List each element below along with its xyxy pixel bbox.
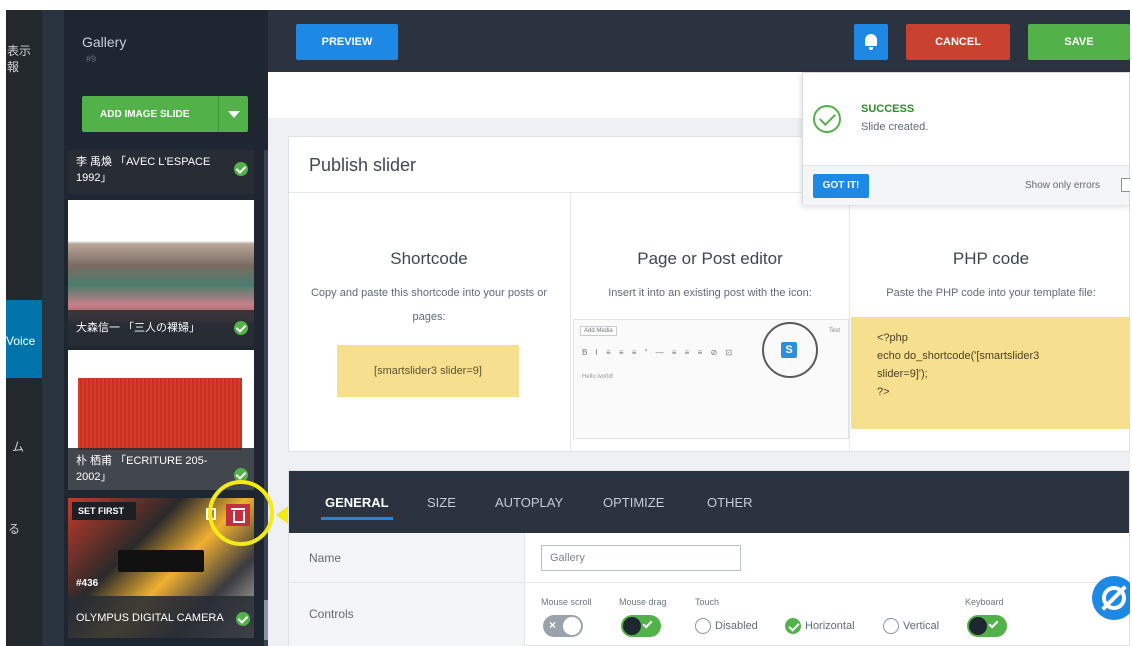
gallery-title: Gallery: [82, 34, 127, 50]
check-icon: [988, 618, 999, 629]
shortcode-title: Shortcode: [390, 249, 468, 268]
slide-item[interactable]: 李 禹煥 「AVEC L'ESPACE 1992」: [68, 150, 254, 194]
php-column: PHP code Paste the PHP code into your te…: [851, 193, 1130, 453]
php-title: PHP code: [952, 249, 1030, 268]
highlight-circle: [208, 480, 274, 546]
check-icon: [642, 618, 653, 629]
success-check-icon: [813, 105, 841, 133]
touch-option-label: Vertical: [903, 620, 940, 632]
mouse-scroll-label: Mouse scroll: [541, 597, 592, 607]
show-errors-checkbox[interactable]: [1121, 178, 1130, 192]
controls-label: Controls: [309, 607, 354, 621]
bell-icon: [865, 34, 877, 50]
smartslider-icon: S: [781, 342, 797, 358]
slide-thumbnail: [78, 378, 242, 450]
name-input[interactable]: Gallery: [541, 545, 741, 571]
editor-title: Page or Post editor: [637, 249, 783, 268]
chevron-down-icon[interactable]: [218, 96, 248, 132]
admin-menu-label[interactable]: 報: [7, 58, 19, 75]
publish-title: Publish slider: [309, 155, 417, 175]
notice-message: Slide created.: [861, 121, 929, 133]
show-errors-label: Show only errors: [1025, 180, 1101, 191]
sidebar-strip: [42, 10, 64, 646]
slide-id: #436: [76, 578, 99, 589]
controls-row: Controls Mouse scroll × Mouse drag Touch…: [289, 583, 1129, 646]
slide-list-scrollbar[interactable]: [264, 150, 268, 646]
tab-size[interactable]: SIZE: [427, 495, 456, 510]
mouse-scroll-toggle[interactable]: ×: [543, 615, 583, 637]
published-check-icon: [234, 162, 248, 176]
editor-desc: Insert it into an existing post with the…: [608, 287, 812, 299]
admin-menu-label: Voice: [6, 334, 36, 348]
slide-item[interactable]: 朴 栖甫 「ECRITURE 205- 2002」: [68, 350, 254, 490]
editor-toolbar: B I ≡ ≡ ≡ “ — ≡ ≡ ≡ ⊘ ⊡: [582, 348, 736, 357]
add-image-slide-label: ADD IMAGE SLIDE: [100, 109, 190, 120]
set-first-button[interactable]: SET FIRST: [72, 502, 136, 520]
editor-text-tab: Text: [828, 328, 840, 334]
success-notification: SUCCESS Slide created. GOT IT! Show only…: [802, 72, 1130, 205]
keyboard-toggle[interactable]: [967, 615, 1007, 637]
scrollbar-thumb[interactable]: [264, 600, 268, 640]
mouse-drag-label: Mouse drag: [619, 597, 667, 607]
preview-button[interactable]: PREVIEW: [296, 24, 398, 60]
touch-vertical-radio[interactable]: [883, 618, 899, 634]
slide-caption: OLYMPUS DIGITAL CAMERA: [68, 596, 254, 638]
got-it-button[interactable]: GOT IT!: [813, 174, 869, 198]
gallery-id: #9: [86, 54, 97, 64]
controls-label-cell: Controls: [289, 583, 525, 646]
tab-optimize[interactable]: OPTIMIZE: [603, 495, 664, 510]
keyboard-label: Keyboard: [965, 597, 1004, 607]
app-frame: 表示 報 Voice ム る Gallery #9 ADD IMAGE SLID…: [6, 10, 1130, 646]
cancel-button[interactable]: CANCEL: [906, 24, 1010, 60]
add-media-label: Add Media: [580, 326, 617, 336]
admin-menu-item-voice[interactable]: Voice: [6, 300, 42, 378]
notice-title: SUCCESS: [861, 103, 915, 115]
tab-autoplay[interactable]: AUTOPLAY: [495, 495, 563, 510]
slides-sidebar: Gallery #9 ADD IMAGE SLIDE 李 禹煥 「AVEC L'…: [42, 10, 268, 646]
editor-body: Hello world!: [582, 374, 614, 380]
php-desc: Paste the PHP code into your template fi…: [886, 287, 1096, 299]
settings-panel: GENERAL SIZE AUTOPLAY OPTIMIZE OTHER Nam…: [288, 470, 1130, 646]
slide-item[interactable]: 大森信一 「三人の裸婦」: [68, 200, 254, 346]
name-row: Name Gallery: [289, 533, 1129, 583]
name-label-cell: Name: [289, 533, 525, 582]
shortcode-desc: Copy and paste this shortcode into your …: [310, 287, 548, 323]
settings-tabs: GENERAL SIZE AUTOPLAY OPTIMIZE OTHER: [289, 471, 1129, 533]
x-icon: ×: [549, 618, 557, 632]
touch-option-label: Horizontal: [805, 620, 855, 632]
notice-footer: GOT IT! Show only errors: [803, 165, 1130, 205]
touch-option-label: Disabled: [715, 620, 758, 632]
php-code-box[interactable]: <?php echo do_shortcode('[smartslider3 s…: [851, 317, 1130, 429]
notifications-button[interactable]: [854, 24, 888, 60]
published-check-icon: [234, 321, 248, 335]
save-button[interactable]: SAVE: [1028, 24, 1130, 60]
slide-thumbnail: [118, 550, 204, 572]
editor-screenshot: Add Media B I ≡ ≡ ≡ “ — ≡ ≡ ≡ ⊘ ⊡ Hello …: [573, 319, 849, 439]
slide-list: 李 禹煥 「AVEC L'ESPACE 1992」 大森信一 「三人の裸婦」 朴…: [64, 150, 262, 646]
shortcode-column: Shortcode Copy and paste this shortcode …: [289, 193, 569, 453]
admin-menu-label[interactable]: る: [8, 520, 20, 537]
touch-horizontal-radio[interactable]: [785, 618, 801, 634]
tab-general[interactable]: GENERAL: [321, 495, 393, 520]
published-check-icon: [236, 612, 250, 626]
admin-menu-label[interactable]: 表示: [7, 42, 31, 59]
tab-other[interactable]: OTHER: [707, 495, 753, 510]
mouse-drag-toggle[interactable]: [621, 615, 661, 637]
help-lifebuoy-icon[interactable]: [1092, 576, 1130, 620]
top-toolbar: PREVIEW CANCEL SAVE: [268, 10, 1130, 72]
admin-sidebar: 表示 報 Voice ム る: [6, 10, 42, 646]
add-image-slide-button[interactable]: ADD IMAGE SLIDE: [82, 96, 248, 132]
slide-caption: 大森信一 「三人の裸婦」: [68, 310, 254, 346]
touch-disabled-radio[interactable]: [695, 618, 711, 634]
touch-label: Touch: [695, 597, 720, 607]
editor-column: Page or Post editor Insert it into an ex…: [570, 193, 850, 453]
admin-menu-label[interactable]: ム: [12, 438, 24, 455]
slide-caption: 李 禹煥 「AVEC L'ESPACE 1992」: [68, 150, 254, 194]
name-label: Name: [309, 551, 342, 565]
shortcode-box[interactable]: [smartslider3 slider=9]: [337, 345, 519, 397]
